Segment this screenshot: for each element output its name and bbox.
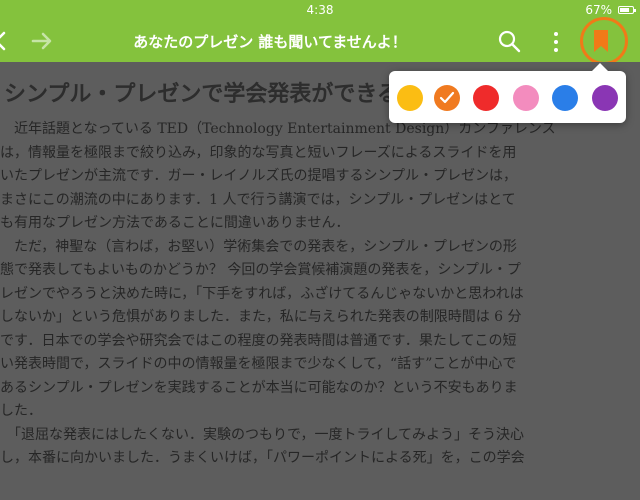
color-swatch-purple[interactable] xyxy=(592,85,618,111)
document-line: は，情報量を極限まで絞り込み，印象的な写真と短いフレーズによるスライドを用 xyxy=(0,144,517,161)
color-swatch-blue[interactable] xyxy=(552,85,578,111)
navigation-bar: あなたのプレゼン 誰も聞いてませんよ！ xyxy=(0,17,640,65)
back-arrow-icon[interactable] xyxy=(0,29,14,53)
color-swatch-orange[interactable] xyxy=(434,85,460,111)
document-line: レゼンでやろうと決めた時に，「下手をすれば，ふざけてるんじゃないかと思われは xyxy=(0,285,524,302)
status-time: 4:38 xyxy=(306,3,334,17)
document-line: 態で発表してもよいものかどうか？ 今回の学会賞候補演題の発表を，シンプル・プ xyxy=(0,262,521,278)
color-swatch-red[interactable] xyxy=(473,85,499,111)
document-line: です．日本での学会や研究会ではこの程度の発表時間は普通です．果たしてこの短 xyxy=(0,332,517,349)
document-line: しないか」という危惧がありました．また，私に与えられた発表の制限時間は 6 分 xyxy=(0,309,522,325)
document-line: し，本番に向かいました．うまくいけば，「パワーポイントによる死」を，この学会 xyxy=(0,450,525,466)
document-line: した． xyxy=(0,403,42,419)
document-line: まさにこの潮流の中にあります．1 人で行う講演では，シンプル・プレゼンはとて xyxy=(0,191,516,208)
status-bar: 4:38 67% xyxy=(0,0,640,20)
highlight-color-popover xyxy=(389,63,626,123)
document-line: ただ，神聖な（言わば，お堅い）学術集会での発表を，シンプル・プレゼンの形 xyxy=(0,238,517,255)
color-swatch-yellow[interactable] xyxy=(397,85,423,111)
document-line: も有用なプレゼン方法であることに間違いありません． xyxy=(0,215,350,231)
battery-percentage: 67% xyxy=(585,3,612,17)
bookmark-icon xyxy=(594,30,608,52)
document-title: あなたのプレゼン 誰も聞いてませんよ！ xyxy=(133,33,407,51)
checkmark-icon xyxy=(439,91,455,104)
document-page[interactable]: シンプル・プレゼンで学会発表ができるの 近年話題となっている TED（Techn… xyxy=(0,62,640,500)
color-swatch-pink[interactable] xyxy=(513,85,539,111)
battery-icon xyxy=(618,6,636,14)
forward-arrow-icon[interactable] xyxy=(30,29,54,53)
document-body: 近年話題となっている TED（Technology Entertainment … xyxy=(0,118,640,471)
document-line: いたプレゼンが主流です．ガー・レイノルズ氏の提唱するシンプル・プレゼンは， xyxy=(0,168,518,184)
document-line: 「退屈な発表にはしたくない．実験のつもりで，一度トライしてみよう」そう決心 xyxy=(0,426,525,443)
search-icon[interactable] xyxy=(497,29,521,53)
popover-arrow xyxy=(592,63,608,71)
bookmark-button[interactable] xyxy=(580,17,628,65)
more-vertical-icon[interactable] xyxy=(550,29,562,55)
document-line: あるシンプル・プレゼンを実践することが本当に可能なのか？という不安もありま xyxy=(0,379,518,396)
document-line: い発表時間で，スライドの中の情報量を極限まで少なくして，“話す”ことが中心で xyxy=(0,356,517,372)
